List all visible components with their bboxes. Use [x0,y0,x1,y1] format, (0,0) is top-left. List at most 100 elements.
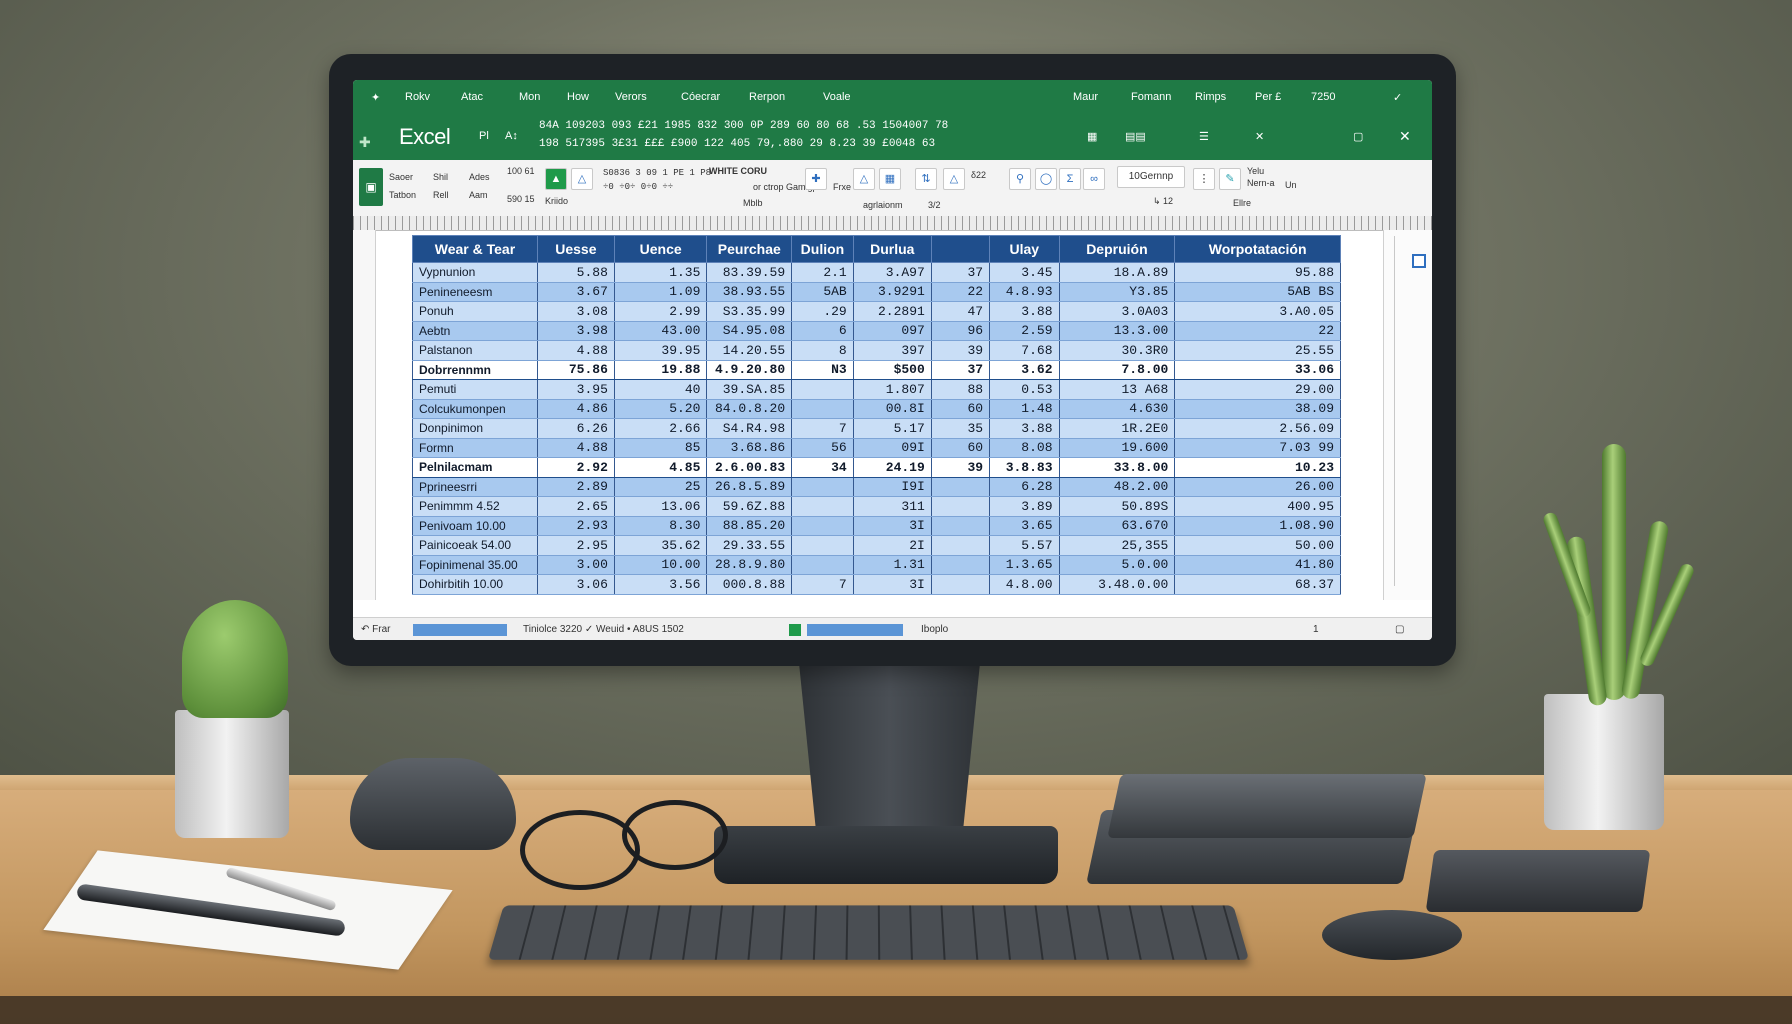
value-cell[interactable]: 3.98 [536,321,615,341]
tab-5[interactable]: Verors [615,91,647,103]
value-cell[interactable]: 1.3.65 [989,555,1060,575]
value-cell[interactable]: 6.28 [989,477,1060,497]
value-cell[interactable]: 33.06 [1174,359,1341,380]
col-header[interactable]: Uesse [536,235,615,263]
row-label-cell[interactable]: Colcukumonpen [412,399,538,419]
value-cell[interactable]: 30.3R0 [1058,340,1176,361]
value-cell[interactable]: 34 [791,457,854,478]
value-cell[interactable]: 68.37 [1174,574,1341,595]
tab-8[interactable]: Voale [823,91,851,103]
value-cell[interactable]: 2I [852,535,932,556]
value-cell[interactable]: 84.0.8.20 [706,399,793,419]
value-cell[interactable]: 37 [930,359,991,380]
value-cell[interactable]: 5AB [791,282,854,302]
status-left[interactable]: ↶ Frar [361,624,391,635]
value-cell[interactable]: I9I [852,477,932,497]
value-cell[interactable] [791,379,854,400]
value-cell[interactable]: 47 [930,301,991,322]
selection-handle-icon[interactable] [1412,254,1426,268]
value-cell[interactable]: 29.00 [1174,379,1341,400]
tab-right-3[interactable]: Rimps [1195,91,1226,103]
value-cell[interactable]: 1R.2E0 [1058,418,1176,439]
row-label-cell[interactable]: Vypnunion [412,262,538,283]
value-cell[interactable]: 000.8.88 [706,574,793,595]
value-cell[interactable]: 4.630 [1058,399,1176,419]
col-header[interactable]: Uence [613,235,708,263]
col-header[interactable]: Depruión [1058,235,1176,263]
value-cell[interactable]: 3.9291 [852,282,932,302]
value-cell[interactable]: 4.88 [536,438,615,458]
value-cell[interactable]: 6 [791,321,854,341]
value-cell[interactable]: 1.09 [613,282,708,302]
value-cell[interactable]: 2.59 [989,321,1060,341]
value-cell[interactable]: 56 [791,438,854,458]
delete-icon[interactable]: △ [853,168,875,190]
col-header[interactable] [930,235,991,263]
value-cell[interactable]: 59.6Z.88 [706,496,793,517]
link-icon[interactable]: ∞ [1083,168,1105,190]
insert-icon[interactable]: ✚ [805,168,827,190]
filter-icon[interactable]: △ [943,168,965,190]
font-size-icon[interactable]: A↕ [505,130,518,142]
value-cell[interactable]: S4.R4.98 [706,418,793,439]
value-cell[interactable]: 19.88 [613,359,708,380]
value-cell[interactable]: 0.53 [989,379,1060,400]
value-cell[interactable]: 39 [930,457,991,478]
row-label-cell[interactable]: Penivoam 10.00 [412,516,538,536]
value-cell[interactable]: 3.48.0.00 [1058,574,1176,595]
value-cell[interactable]: 33.8.00 [1058,457,1176,478]
value-cell[interactable]: 4.8.00 [989,574,1060,595]
app-menu-icon[interactable]: ✦ [371,91,380,104]
value-cell[interactable]: 3.A0.05 [1174,301,1341,322]
col-header[interactable]: Ulay [989,235,1060,263]
value-cell[interactable]: N3 [791,359,854,380]
row-label-cell[interactable]: Pprineesrri [412,477,538,497]
value-cell[interactable]: 3.95 [536,379,615,400]
value-cell[interactable]: 5.0.00 [1058,555,1176,575]
value-cell[interactable] [930,574,991,595]
zoom-bar[interactable] [807,624,903,636]
col-header[interactable]: Worpotatación [1174,235,1341,263]
value-cell[interactable]: 5.17 [852,418,932,439]
row-label-cell[interactable]: Penimmm 4.52 [412,496,538,517]
value-cell[interactable]: 5.20 [613,399,708,419]
value-cell[interactable]: 4.85 [613,457,708,478]
tab-7[interactable]: Rerpon [749,91,785,103]
value-cell[interactable]: 4.86 [536,399,615,419]
value-cell[interactable]: 2.89 [536,477,615,497]
value-cell[interactable]: 2.1 [791,262,854,283]
value-cell[interactable]: 3.00 [536,555,615,575]
value-cell[interactable]: 3.88 [989,418,1060,439]
value-cell[interactable]: 13 A68 [1058,379,1176,400]
value-cell[interactable]: 1.48 [989,399,1060,419]
value-cell[interactable]: 25,355 [1058,535,1176,556]
tools-icon[interactable]: ✎ [1219,168,1241,190]
value-cell[interactable] [930,496,991,517]
value-cell[interactable]: 26.8.5.89 [706,477,793,497]
value-cell[interactable]: 50.89S [1058,496,1176,517]
value-cell[interactable]: 6.26 [536,418,615,439]
grid-icon[interactable]: ▦ [1087,130,1097,143]
value-cell[interactable]: 3.08 [536,301,615,322]
value-cell[interactable]: 39.95 [613,340,708,361]
value-cell[interactable]: 85 [613,438,708,458]
value-cell[interactable]: 4.88 [536,340,615,361]
col-header[interactable]: Dulion [791,235,854,263]
value-cell[interactable]: 3.56 [613,574,708,595]
paste-icon[interactable]: ▣ [359,168,383,206]
value-cell[interactable]: 75.86 [536,359,615,380]
value-cell[interactable]: 26.00 [1174,477,1341,497]
value-cell[interactable]: 097 [852,321,932,341]
value-cell[interactable]: 41.80 [1174,555,1341,575]
value-cell[interactable]: 25 [613,477,708,497]
value-cell[interactable]: 3.67 [536,282,615,302]
tab-4[interactable]: How [567,91,589,103]
value-cell[interactable]: 39.SA.85 [706,379,793,400]
value-cell[interactable]: 2.95 [536,535,615,556]
value-cell[interactable]: 3.62 [989,359,1060,380]
format-cells-icon[interactable]: ▦ [879,168,901,190]
value-cell[interactable]: 50.00 [1174,535,1341,556]
value-cell[interactable]: 88 [930,379,991,400]
value-cell[interactable] [791,477,854,497]
value-cell[interactable]: 09I [852,438,932,458]
